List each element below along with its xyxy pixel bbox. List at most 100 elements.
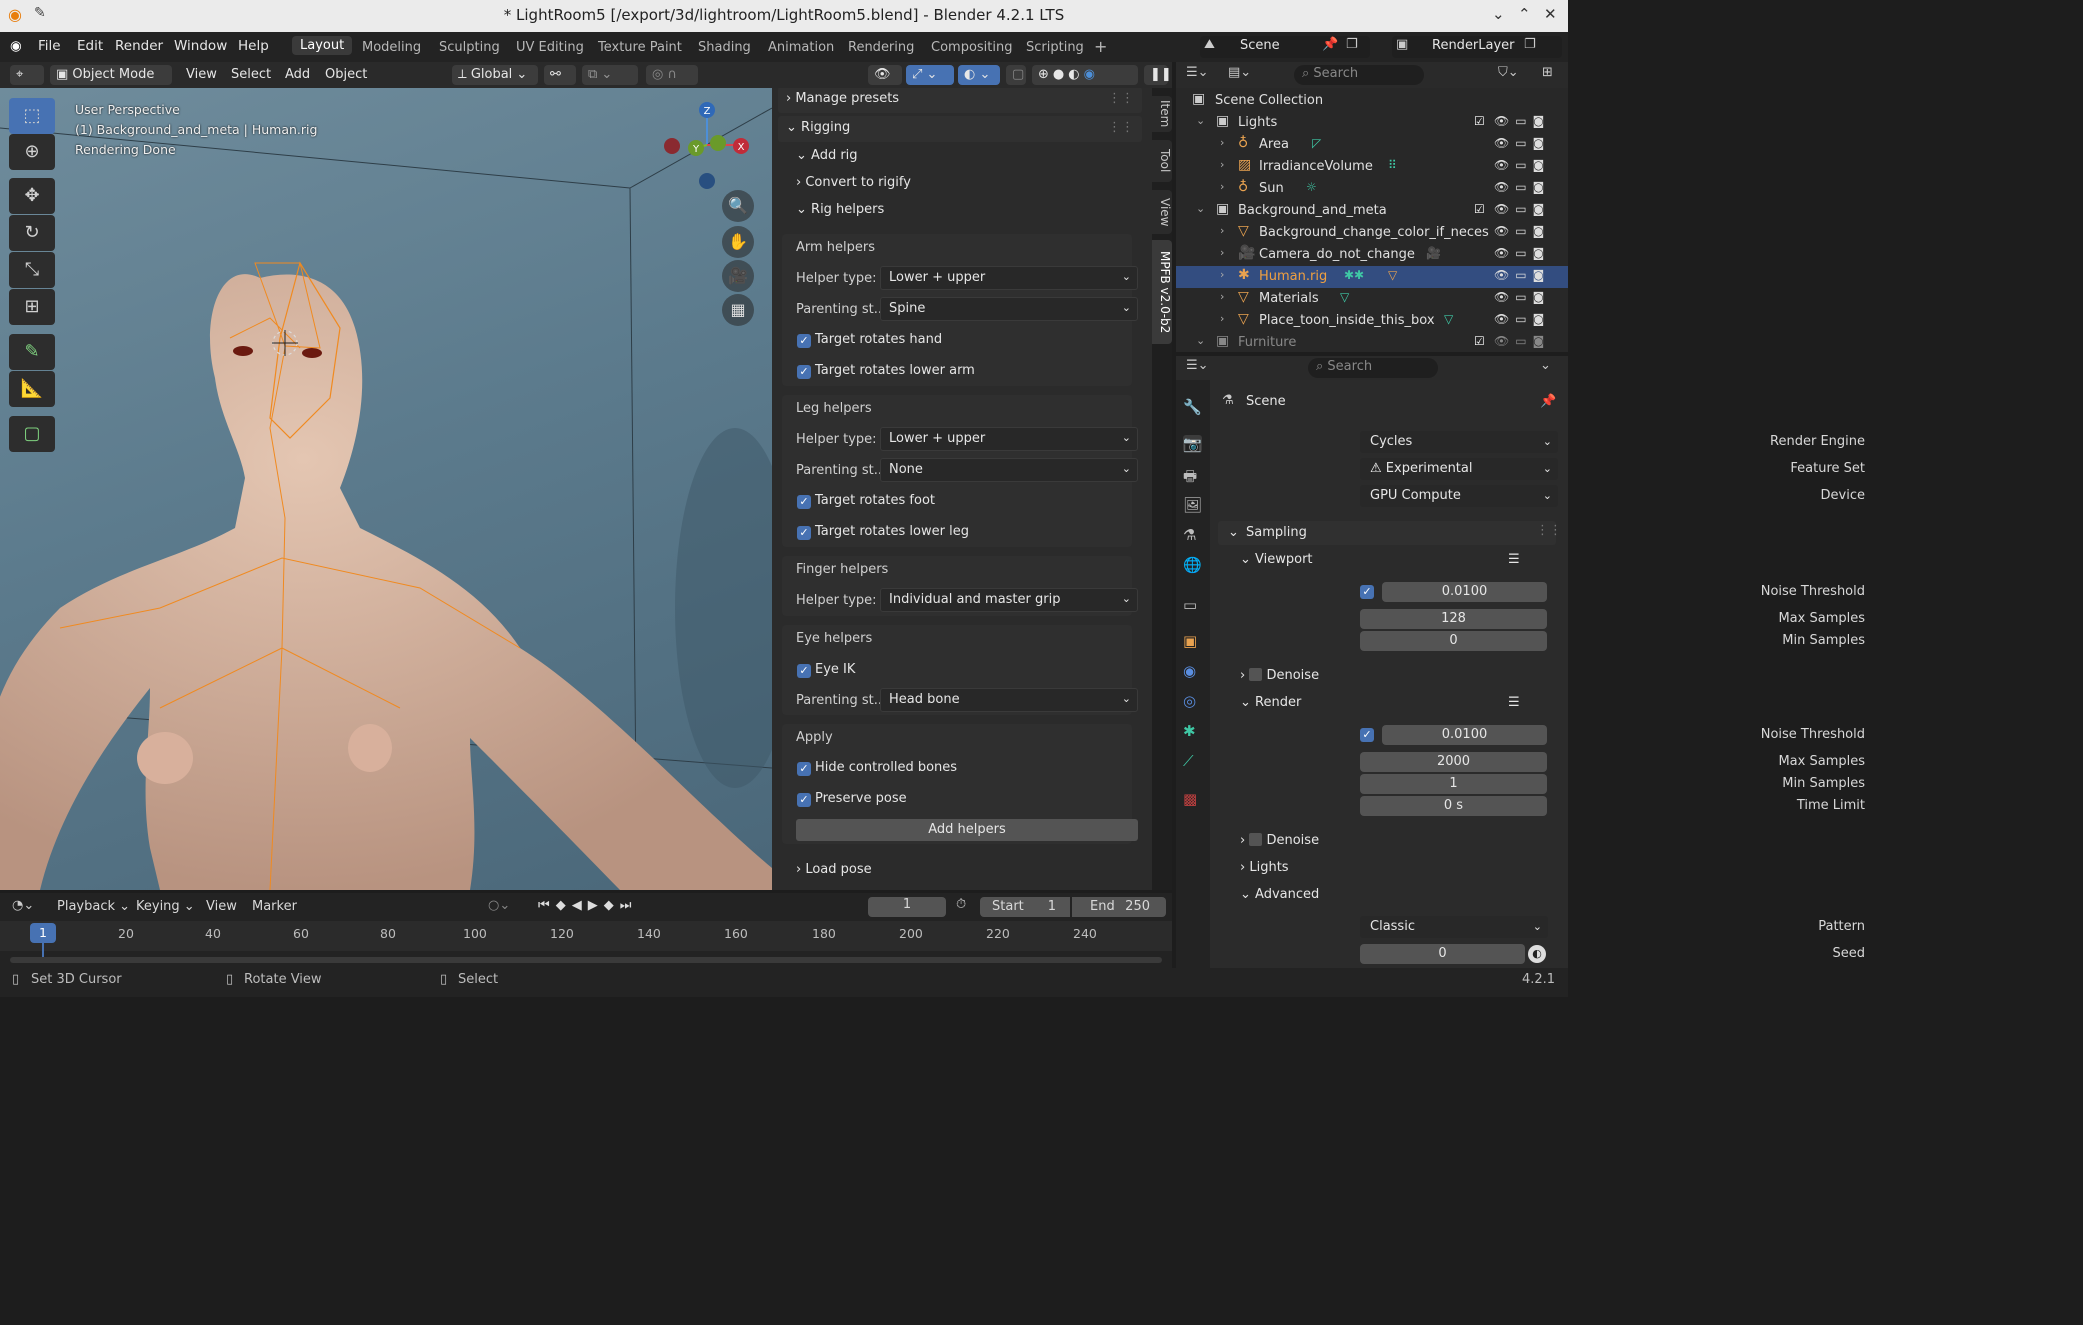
ortho-grid-icon[interactable]: ▦ [722,294,754,326]
outliner-row-furniture[interactable]: ⌄ ▣ Furniture ☑ 👁▭◙ [1176,332,1568,354]
visibility-icons[interactable]: 👁▭◙ [1494,202,1550,216]
visibility-icons[interactable]: 👁▭◙ [1494,224,1550,238]
tab-texture-paint[interactable]: Texture Paint [598,40,682,55]
keying-menu[interactable]: Keying ⌄ [136,899,195,914]
orientation-dropdown[interactable]: ⟂ Global ⌄ [452,65,538,85]
eye-ik-checkbox[interactable]: ✓ [797,664,811,678]
time-limit-field[interactable]: 0 s [1360,796,1547,816]
playback-menu[interactable]: Playback ⌄ [57,899,130,914]
filter-icon[interactable]: ⛉⌄ [1498,65,1519,80]
pattern-dropdown[interactable]: Classic ⌄ [1360,916,1548,938]
tab-uv-editing[interactable]: UV Editing [516,40,584,55]
target-rotates-lower-leg-checkbox[interactable]: ✓ [797,526,811,540]
timeline-scrollbar[interactable] [10,957,1162,963]
navigation-gizmo[interactable]: Z X Y [660,98,755,193]
menu-edit[interactable]: Edit [77,38,103,54]
gizmo-toggle-icon[interactable]: ⤢ ⌄ [906,65,954,85]
seed-field[interactable]: 0 [1360,944,1525,964]
select-box-tool-icon[interactable]: ⬚ [9,98,55,134]
eye-parenting-dropdown[interactable]: Head bone ⌄ [880,688,1138,712]
pin-scene-icon[interactable]: 📌 [1322,37,1338,52]
texture-tab-icon[interactable]: ▩ [1183,790,1197,808]
snap-icon[interactable]: ⧉ ⌄ [582,65,638,85]
visibility-icons[interactable]: 👁▭◙ [1494,114,1550,128]
output-tab-icon[interactable]: 🖶 [1183,466,1197,491]
load-pose-subpanel[interactable]: › Load pose [796,862,872,877]
outliner-row-lights[interactable]: ⌄ ▣ Lights ☑ 👁▭◙ [1176,112,1568,134]
menu-help[interactable]: Help [238,38,269,54]
new-view-layer-icon[interactable]: ❐ [1524,37,1536,52]
proportional-edit-icon[interactable]: ◎ ∩ [646,65,698,85]
tab-modeling[interactable]: Modeling [362,40,421,55]
visibility-icons[interactable]: 👁▭◙ [1494,312,1550,326]
visibility-icons[interactable]: 👁▭◙ [1494,334,1550,348]
overlay-toggle-icon[interactable]: ◐ ⌄ [958,65,1000,85]
render-subpanel[interactable]: ⌄ Render [1240,695,1301,710]
bone-tab-icon[interactable]: ⟋ [1183,752,1194,770]
transform-tool-icon[interactable]: ⊞ [9,289,55,325]
tab-mpfb[interactable]: MPFB v2.0-b2 [1152,240,1172,344]
hide-controlled-bones-checkbox[interactable]: ✓ [797,762,811,776]
viewport-menu-select[interactable]: Select [231,67,271,82]
pause-render-icon[interactable]: ❚❚ [1144,65,1172,85]
marker-menu[interactable]: Marker [252,899,297,914]
visibility-icons[interactable]: 👁▭◙ [1494,268,1550,282]
xray-icon[interactable]: ▢ [1006,65,1026,85]
scene-selector[interactable]: ⛰ Scene 📌 ❐ [1200,36,1370,58]
checkbox-icon[interactable]: ☑ [1474,334,1485,348]
checkbox-icon[interactable]: ☑ [1474,202,1485,216]
viewport-menu-add[interactable]: Add [285,67,310,82]
tab-view[interactable]: View [1152,190,1172,234]
drag-handle-icon[interactable]: ⋮⋮ [1108,120,1134,135]
modifier-tab-icon[interactable]: ◉ [1183,662,1196,680]
tab-animation[interactable]: Animation [768,40,834,55]
chevron-down-icon[interactable]: ⌄ [1540,358,1551,373]
outliner-search-input[interactable]: ⌕ Search [1294,65,1424,85]
tab-layout[interactable]: Layout [292,36,353,55]
add-workspace-icon[interactable]: + [1094,37,1107,56]
measure-tool-icon[interactable]: 📐 [9,371,55,407]
view-layer-selector[interactable]: ▣ RenderLayer ❐ [1392,36,1562,58]
target-rotates-lower-arm-checkbox[interactable]: ✓ [797,365,811,379]
outliner-row-background[interactable]: ⌄ ▣ Background_and_meta ☑ 👁▭◙ [1176,200,1568,222]
timeline-editor-icon[interactable]: ◔⌄ [12,898,34,913]
maximize-icon[interactable]: ⌃ [1518,5,1531,23]
outliner-row-camera[interactable]: › 🎥 Camera_do_not_change 🎥 👁▭◙ [1176,244,1568,266]
object-tab-icon[interactable]: ▣ [1183,632,1197,650]
outliner-row-area[interactable]: › ♁ Area ◸ 👁▭◙ [1176,134,1568,156]
outliner-row-materials[interactable]: › ▽ Materials ▽ 👁▭◙ [1176,288,1568,310]
tab-compositing[interactable]: Compositing [931,40,1013,55]
drag-handle-icon[interactable]: ⋮⋮ [1536,523,1562,538]
tab-item[interactable]: Item [1152,96,1172,132]
playback-controls[interactable]: ⏮◆◀▶◆⏭ [538,898,637,913]
preserve-pose-checkbox[interactable]: ✓ [797,793,811,807]
denoise-render-subpanel[interactable]: › Denoise [1240,833,1319,848]
r-noise-threshold-checkbox[interactable]: ✓ [1360,728,1374,742]
camera-view-icon[interactable]: 🎥 [722,260,754,292]
viewport-menu-view[interactable]: View [186,67,217,82]
add-cube-tool-icon[interactable]: ▢ [9,416,55,452]
presets-list-icon[interactable]: ☰ [1508,695,1520,710]
outliner-row-toon-box[interactable]: › ▽ Place_toon_inside_this_box ▽ 👁▭◙ [1176,310,1568,332]
drag-handle-icon[interactable]: ⋮⋮ [1108,91,1134,106]
convert-rigify-subpanel[interactable]: › Convert to rigify [796,175,911,190]
close-icon[interactable]: ✕ [1544,5,1557,23]
auto-key-icon[interactable]: ○⌄ [488,898,510,913]
random-seed-icon[interactable]: ◐ [1528,945,1546,963]
visibility-icon[interactable]: 👁 [868,65,902,85]
zoom-icon[interactable]: 🔍 [722,190,754,222]
r-noise-threshold-field[interactable]: 0.0100 [1382,725,1547,745]
armature-data-tab-icon[interactable]: ✱ [1183,722,1196,740]
outliner-root[interactable]: ▣ Scene Collection [1176,90,1568,112]
sampling-panel-header[interactable]: ⌄ Sampling ⋮⋮ [1218,521,1562,545]
finger-helper-type-dropdown[interactable]: Individual and master grip ⌄ [880,588,1138,612]
blender-menu-icon[interactable]: ◉ [10,38,22,54]
checkbox-icon[interactable]: ☑ [1474,114,1485,128]
visibility-icons[interactable]: 👁▭◙ [1494,290,1550,304]
rotate-tool-icon[interactable]: ↻ [9,215,55,251]
start-frame-field[interactable]: Start 1 [980,897,1070,917]
timeline-view-menu[interactable]: View [206,899,237,914]
lights-subpanel[interactable]: › Lights [1240,860,1289,875]
menu-file[interactable]: File [38,38,61,54]
clock-icon[interactable]: ⏱ [956,897,966,912]
